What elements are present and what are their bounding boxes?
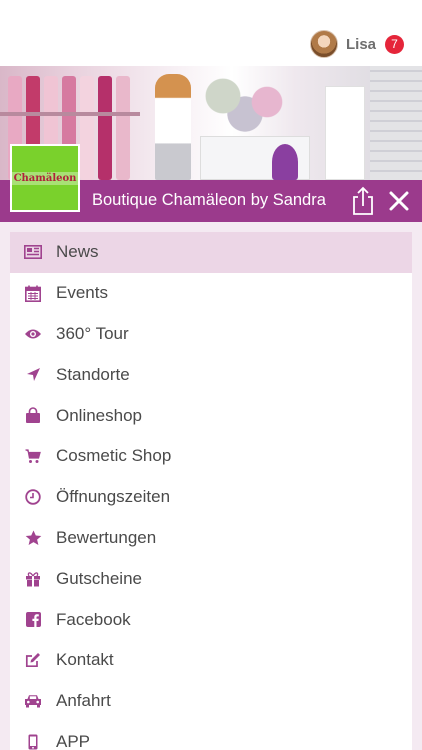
menu-label: Gutscheine	[56, 568, 142, 588]
clothing-rack	[98, 76, 112, 180]
top-bar: Lisa 7	[0, 0, 422, 66]
menu-label: 360° Tour	[56, 323, 129, 343]
cart-icon	[24, 447, 42, 465]
logo-silhouette	[272, 144, 298, 180]
calendar-icon	[24, 284, 42, 302]
avatar[interactable]	[309, 30, 338, 58]
car-icon	[24, 692, 42, 710]
menu-item-gutscheine[interactable]: Gutscheine	[10, 558, 412, 599]
share-icon	[353, 186, 373, 215]
menu-label: Cosmetic Shop	[56, 446, 172, 466]
display-panel	[325, 86, 365, 180]
facebook-icon	[24, 611, 42, 629]
gift-icon	[24, 570, 42, 588]
menu-label: APP	[56, 731, 91, 750]
menu-label: Facebook	[56, 609, 131, 629]
share-button[interactable]	[350, 186, 376, 216]
menu-label: Kontakt	[56, 650, 114, 670]
menu-item-cosmetic-shop[interactable]: Cosmetic Shop	[10, 436, 412, 477]
menu-item-standorte[interactable]: Standorte	[10, 354, 412, 395]
clothing-rack	[116, 76, 130, 180]
shelf	[0, 112, 140, 116]
menu-item-kontakt[interactable]: Kontakt	[10, 640, 412, 681]
menu-item-360-tour[interactable]: 360° Tour	[10, 314, 412, 355]
menu-label: Öffnungszeiten	[56, 487, 171, 507]
page-title: Boutique Chamäleon by Sandra	[92, 191, 326, 209]
user-profile[interactable]: Lisa 7	[309, 29, 404, 59]
menu-label: Standorte	[56, 364, 130, 384]
menu-item-oeffnungszeiten[interactable]: Öffnungszeiten	[10, 477, 412, 518]
logo-badge: Chamäleon	[11, 146, 79, 210]
location-arrow-icon	[24, 366, 42, 384]
menu-label: News	[56, 242, 99, 262]
shop-person	[155, 74, 191, 180]
wall-sign	[370, 66, 422, 180]
shop-logo: Chamäleon	[10, 144, 80, 212]
eye-icon	[24, 325, 42, 343]
menu-item-bewertungen[interactable]: Bewertungen	[10, 518, 412, 559]
close-icon	[389, 191, 409, 211]
menu-item-news[interactable]: News	[10, 232, 412, 273]
newspaper-icon	[24, 243, 42, 261]
close-button[interactable]	[386, 188, 412, 214]
clock-icon	[24, 488, 42, 506]
star-icon	[24, 529, 42, 547]
menu-item-facebook[interactable]: Facebook	[10, 599, 412, 640]
menu-label: Anfahrt	[56, 691, 111, 711]
notification-badge[interactable]: 7	[385, 34, 404, 54]
clothing-rack	[80, 76, 94, 180]
menu-item-anfahrt[interactable]: Anfahrt	[10, 681, 412, 722]
flower-arrangement	[190, 72, 300, 132]
user-name[interactable]: Lisa	[346, 36, 376, 53]
menu-label: Bewertungen	[56, 527, 157, 547]
menu-item-onlineshop[interactable]: Onlineshop	[10, 395, 412, 436]
edit-icon	[24, 651, 42, 669]
menu-label: Onlineshop	[56, 405, 143, 425]
shopping-bag-icon	[24, 407, 42, 425]
logo-text: Chamäleon	[11, 171, 79, 185]
menu-item-events[interactable]: Events	[10, 273, 412, 314]
phone-icon	[24, 733, 42, 750]
menu-item-app[interactable]: APP	[10, 722, 412, 750]
side-menu: News Events 360° Tour Standorte Onlinesh…	[10, 232, 412, 750]
menu-label: Events	[56, 283, 108, 303]
